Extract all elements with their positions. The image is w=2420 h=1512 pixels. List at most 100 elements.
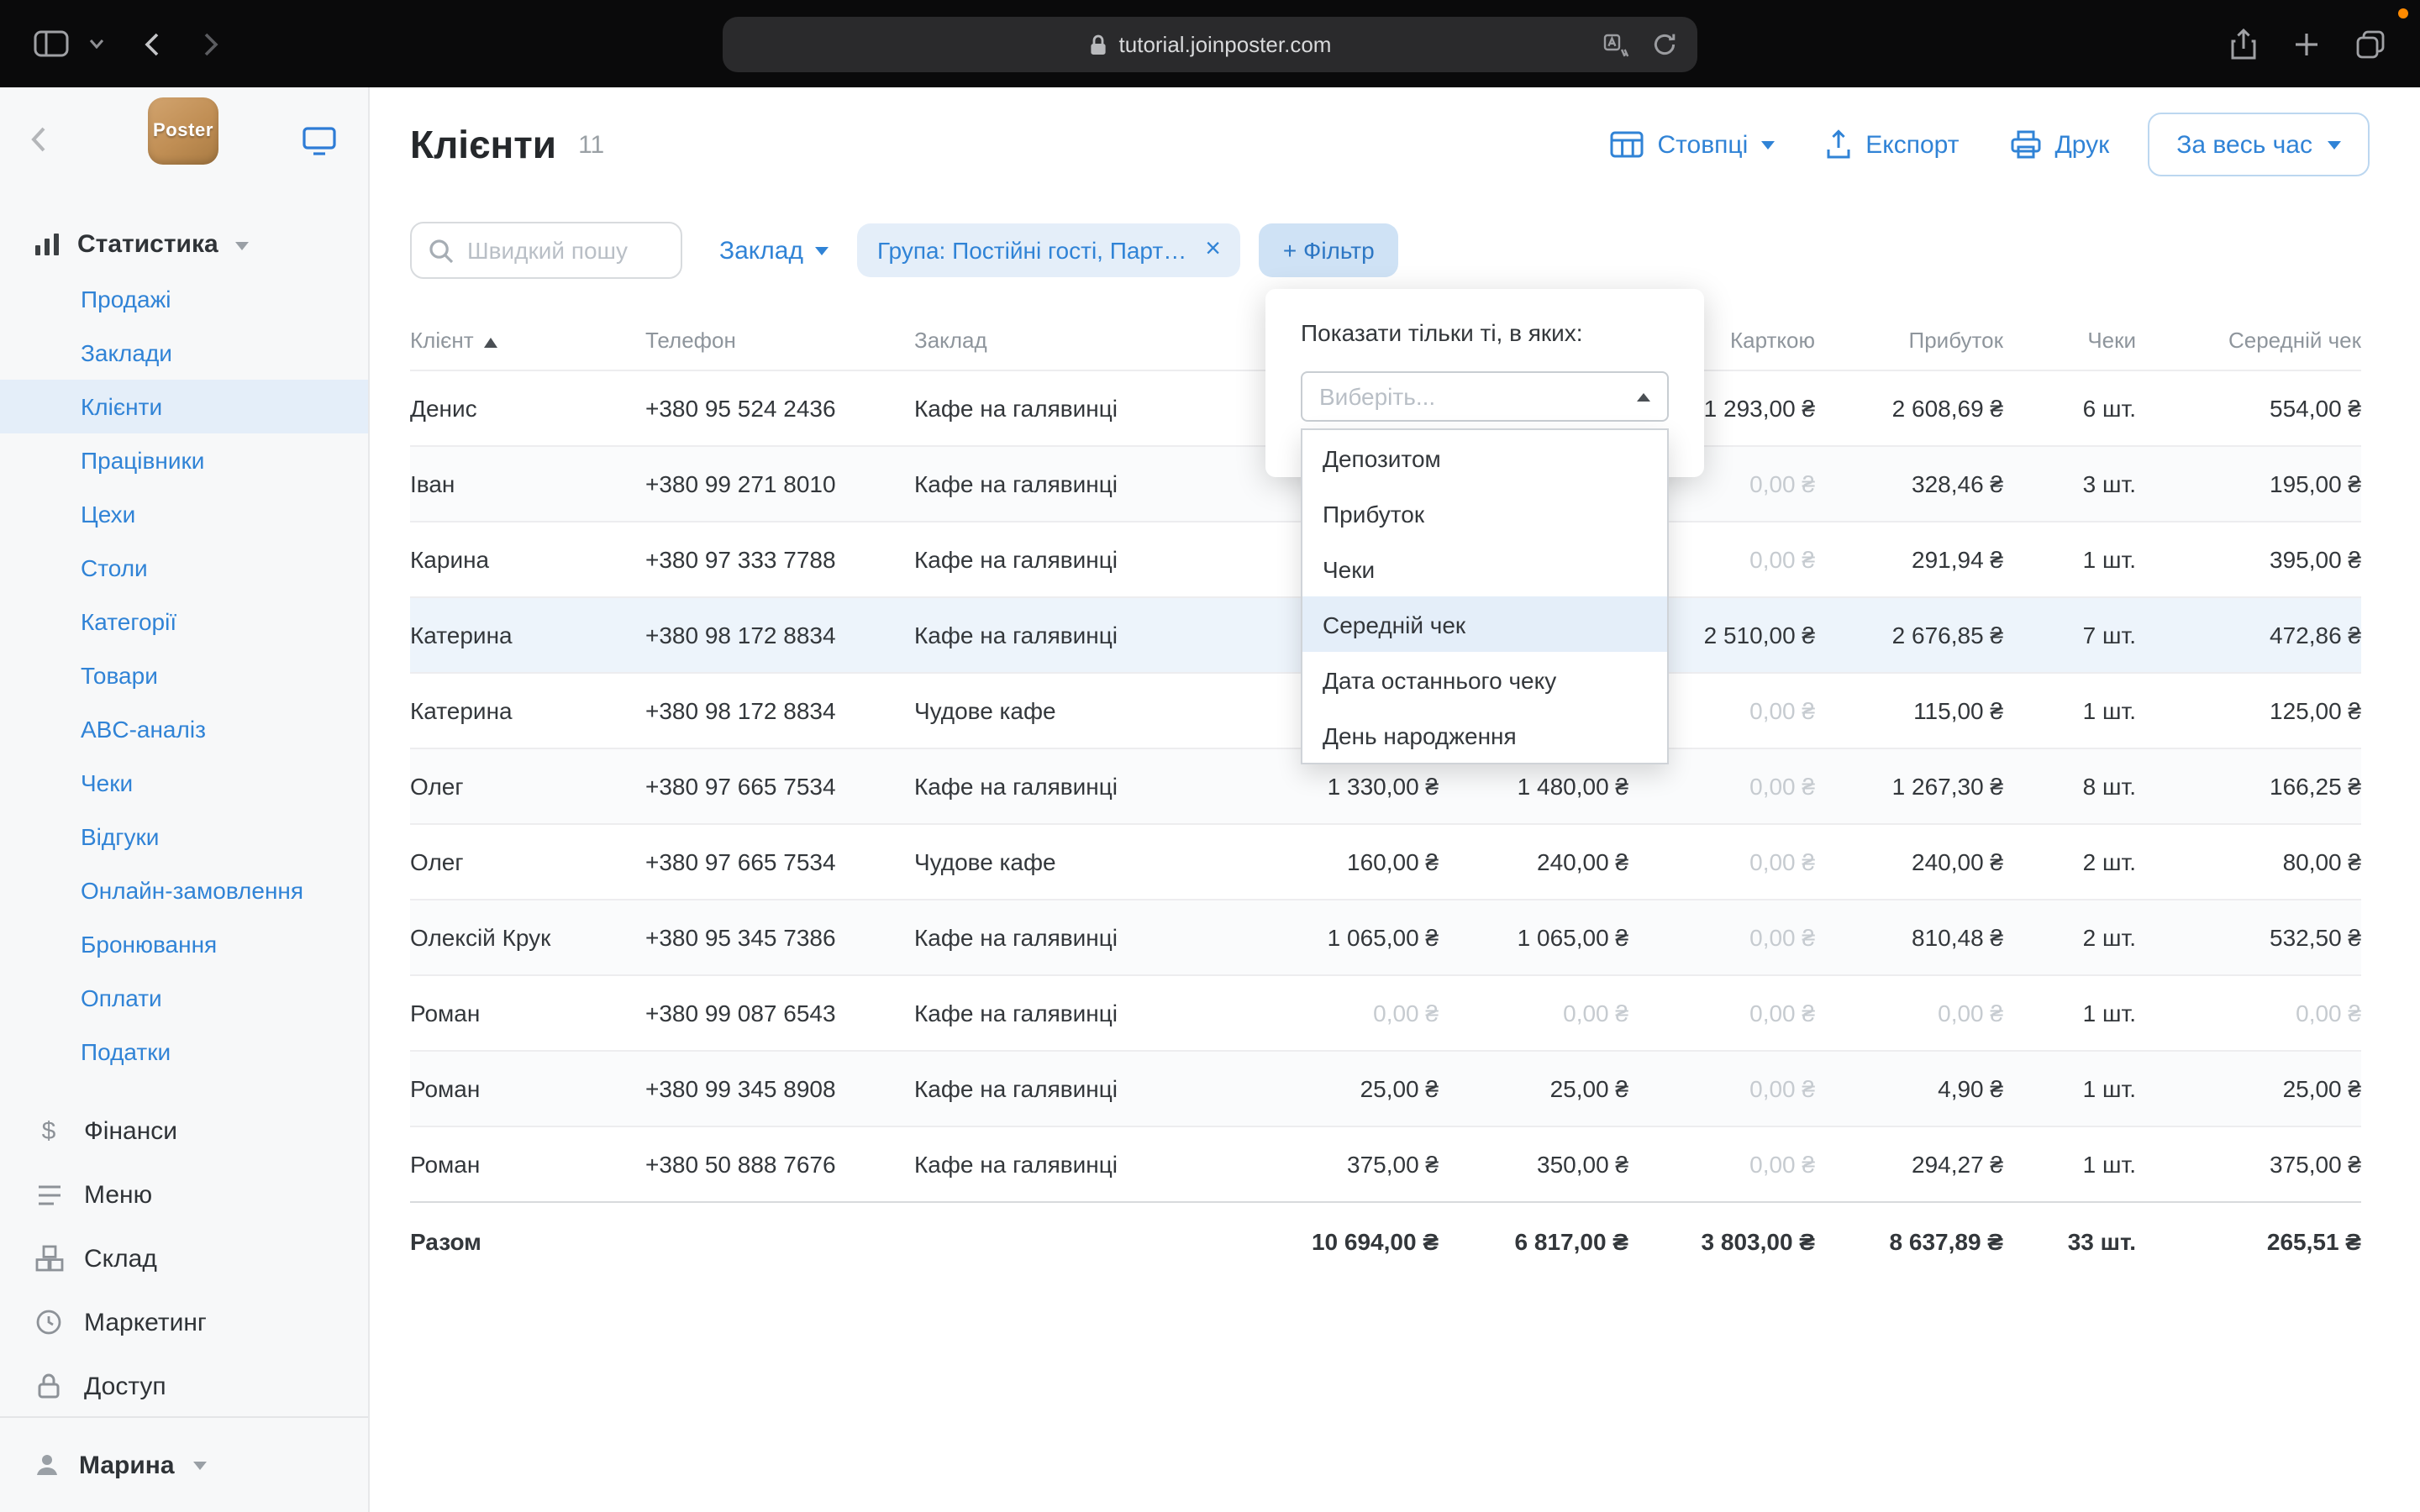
add-filter-button[interactable]: + Фільтр [1260, 223, 1398, 277]
clients-count: 11 [578, 130, 604, 159]
export-icon [1825, 129, 1852, 160]
search-input[interactable] [467, 237, 664, 264]
menu-label: Меню [84, 1180, 152, 1209]
column-header-avg-check[interactable]: Середній чек [2136, 312, 2361, 370]
sidebar-item[interactable]: Онлайн-замовлення [0, 864, 368, 917]
boxes-icon [34, 1245, 64, 1272]
sidebar-section-statistics[interactable]: Статистика [0, 218, 368, 269]
column-header-client[interactable]: Клієнт [410, 312, 645, 370]
sidebar-item[interactable]: Працівники [0, 433, 368, 487]
sidebar-item-marketing[interactable]: Маркетинг [0, 1290, 368, 1354]
filter-select-placeholder: Виберіть... [1319, 383, 1435, 410]
new-tab-icon[interactable] [2294, 31, 2319, 56]
tabs-icon[interactable] [2356, 29, 2385, 58]
sidebar-item[interactable]: Товари [0, 648, 368, 702]
sidebar-item[interactable]: Податки [0, 1025, 368, 1079]
filter-option[interactable]: Середній чек [1302, 596, 1667, 652]
sidebar-item[interactable]: ABC-аналіз [0, 702, 368, 756]
column-header-venue[interactable]: Заклад [914, 312, 1192, 370]
page-header: Клієнти 11 Стовпці Екс [370, 87, 2420, 178]
sidebar-item-menu[interactable]: Меню [0, 1163, 368, 1226]
search-box[interactable] [410, 222, 682, 279]
column-header-phone[interactable]: Телефон [645, 312, 914, 370]
sidebar-item[interactable]: Оплати [0, 971, 368, 1025]
list-icon [34, 1184, 64, 1205]
lock-icon [1089, 33, 1107, 56]
statistics-label: Статистика [77, 229, 218, 258]
chevron-down-icon [815, 246, 829, 255]
totals-avg-check: 265,51 ₴ [2136, 1201, 2361, 1282]
padlock-icon [34, 1373, 64, 1399]
address-bar[interactable]: tutorial.joinposter.com [723, 17, 1697, 72]
sidebar-item[interactable]: Відгуки [0, 810, 368, 864]
access-label: Доступ [84, 1372, 166, 1400]
totals-col-4: 10 694,00 ₴ [1192, 1201, 1439, 1282]
printer-icon [2009, 129, 2041, 160]
venue-label: Заклад [719, 236, 803, 265]
column-header-profit[interactable]: Прибуток [1815, 312, 2003, 370]
export-label: Експорт [1865, 130, 1959, 159]
filter-row: Заклад Група: Постійні гості, Парт… × + … [410, 222, 2420, 279]
sidebar-item[interactable]: Столи [0, 541, 368, 595]
share-icon[interactable] [2230, 28, 2257, 60]
totals-profit: 8 637,89 ₴ [1815, 1201, 2003, 1282]
search-icon [429, 238, 454, 263]
person-icon [34, 1452, 60, 1478]
sidebar-item-finance[interactable]: $ Фінанси [0, 1099, 368, 1163]
forward-button[interactable] [203, 31, 218, 56]
translate-icon[interactable] [1603, 33, 1630, 56]
stock-label: Склад [84, 1244, 157, 1273]
display-icon[interactable] [302, 126, 336, 165]
table-row[interactable]: Олексій Крук+380 95 345 7386Кафе на галя… [410, 899, 2361, 974]
table-row[interactable]: Роман+380 50 888 7676Кафе на галявинці37… [410, 1126, 2361, 1201]
close-icon[interactable]: × [1205, 237, 1221, 264]
chevron-down-icon[interactable] [89, 39, 104, 49]
sidebar-collapse-icon[interactable] [30, 126, 47, 161]
export-button[interactable]: Експорт [1825, 129, 1959, 160]
bar-chart-icon [34, 231, 60, 256]
column-header-receipts[interactable]: Чеки [2003, 312, 2136, 370]
sidebar-item-access[interactable]: Доступ [0, 1354, 368, 1418]
filter-option[interactable]: Чеки [1302, 541, 1667, 596]
back-button[interactable] [145, 31, 160, 56]
sidebar-item[interactable]: Категорії [0, 595, 368, 648]
sidebar-item[interactable]: Заклади [0, 326, 368, 380]
filter-option[interactable]: Прибуток [1302, 486, 1667, 541]
totals-receipts: 33 шт. [2003, 1201, 2136, 1282]
sidebar-stats-list: ПродажіЗакладиКлієнтиПрацівникиЦехиСтоли… [0, 272, 368, 1079]
table-row[interactable]: Олег+380 97 665 7534Чудове кафе160,00 ₴2… [410, 823, 2361, 899]
poster-logo[interactable]: Poster [148, 97, 218, 165]
reload-icon[interactable] [1652, 32, 1677, 57]
sidebar: Poster Статистика ПродажіЗакладиКлієнтиП… [0, 87, 370, 1512]
chevron-down-icon [235, 241, 249, 249]
user-name: Марина [79, 1451, 175, 1479]
period-selector-button[interactable]: За весь час [2148, 113, 2370, 176]
totals-col-5: 6 817,00 ₴ [1439, 1201, 1628, 1282]
add-filter-label: + Фільтр [1283, 237, 1375, 264]
url-text: tutorial.joinposter.com [1119, 32, 1332, 57]
sidebar-item[interactable]: Цехи [0, 487, 368, 541]
chevron-down-icon [193, 1461, 207, 1469]
page-title: Клієнти [410, 122, 556, 167]
filter-select[interactable]: Виберіть... [1301, 371, 1669, 422]
group-filter-chip[interactable]: Група: Постійні гості, Парт… × [857, 223, 1241, 277]
venue-filter[interactable]: Заклад [719, 236, 829, 265]
filter-option[interactable]: Дата останнього чеку [1302, 652, 1667, 707]
filter-option[interactable]: Депозитом [1302, 430, 1667, 486]
totals-row: Разом 10 694,00 ₴ 6 817,00 ₴ 3 803,00 ₴ … [410, 1201, 2361, 1282]
notification-dot [2398, 8, 2408, 18]
sidebar-item[interactable]: Продажі [0, 272, 368, 326]
user-menu[interactable]: Марина [0, 1416, 368, 1512]
table-row[interactable]: Роман+380 99 345 8908Кафе на галявинці25… [410, 1050, 2361, 1126]
sidebar-item[interactable]: Бронювання [0, 917, 368, 971]
filter-option[interactable]: День народження [1302, 707, 1667, 763]
sidebar-item[interactable]: Клієнти [0, 380, 368, 433]
sidebar-item[interactable]: Чеки [0, 756, 368, 810]
columns-button[interactable]: Стовпці [1610, 130, 1775, 159]
sidebar-toggle-icon[interactable] [34, 30, 69, 57]
table-row[interactable]: Роман+380 99 087 6543Кафе на галявинці0,… [410, 974, 2361, 1050]
sidebar-item-stock[interactable]: Склад [0, 1226, 368, 1290]
columns-icon [1610, 131, 1644, 158]
print-button[interactable]: Друк [2009, 129, 2109, 160]
group-chip-label: Група: Постійні гості, Парт… [877, 237, 1186, 264]
